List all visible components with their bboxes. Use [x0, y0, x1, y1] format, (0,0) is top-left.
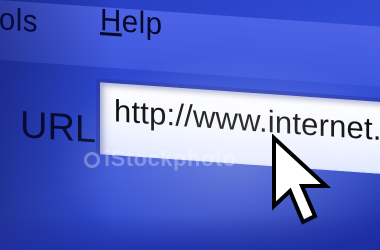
menu-bar [0, 0, 380, 87]
menu-help-label: elp [121, 3, 163, 42]
browser-screen-closeup: ools Help URL: http://www.internet.com i… [0, 0, 380, 250]
address-bar-input[interactable]: http://www.internet.com [114, 93, 380, 152]
watermark-text: iStockphoto [104, 146, 237, 171]
menu-help-mnemonic: H [100, 2, 122, 39]
watermark-logo-icon [84, 152, 100, 168]
menu-item-help[interactable]: Help [100, 2, 162, 42]
stock-watermark: iStockphoto [84, 146, 237, 172]
menu-item-tools[interactable]: ools [0, 0, 38, 40]
screen-bottom-shadow [0, 214, 380, 250]
